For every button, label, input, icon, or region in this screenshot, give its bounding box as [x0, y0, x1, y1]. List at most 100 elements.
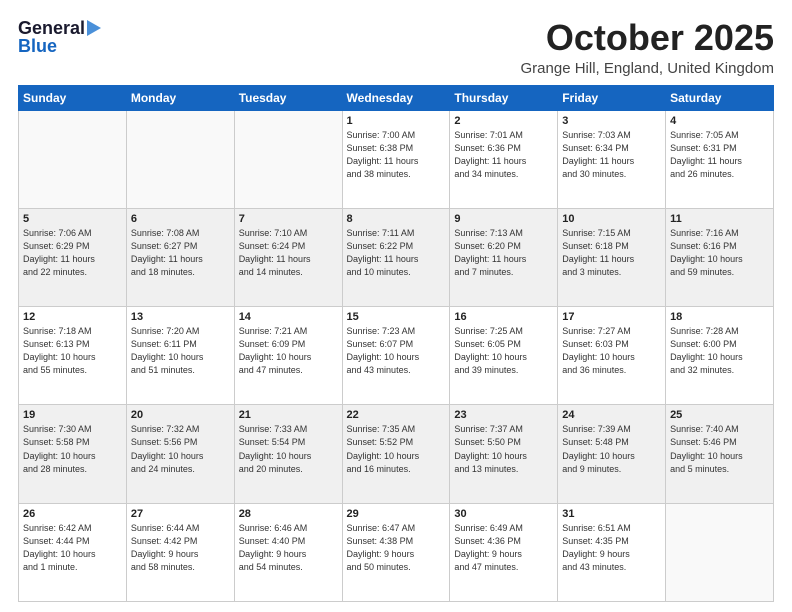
day-info: Sunrise: 7:23 AM Sunset: 6:07 PM Dayligh…: [347, 325, 446, 377]
weekday-header-friday: Friday: [558, 85, 666, 110]
day-info: Sunrise: 7:05 AM Sunset: 6:31 PM Dayligh…: [670, 129, 769, 181]
day-info: Sunrise: 7:32 AM Sunset: 5:56 PM Dayligh…: [131, 423, 230, 475]
day-info: Sunrise: 7:18 AM Sunset: 6:13 PM Dayligh…: [23, 325, 122, 377]
calendar-cell: 27 Sunrise: 6:44 AM Sunset: 4:42 PM Dayli…: [126, 503, 234, 601]
calendar-cell: [666, 503, 774, 601]
day-number: 13: [131, 311, 230, 323]
calendar-cell: 1 Sunrise: 7:00 AM Sunset: 6:38 PM Daylig…: [342, 110, 450, 208]
calendar-cell: 28 Sunrise: 6:46 AM Sunset: 4:40 PM Dayli…: [234, 503, 342, 601]
calendar-cell: 8Sunrise: 7:11 AM Sunset: 6:22 PM Daylig…: [342, 208, 450, 306]
day-info: Sunrise: 7:27 AM Sunset: 6:03 PM Dayligh…: [562, 325, 661, 377]
day-info: Sunrise: 7:06 AM Sunset: 6:29 PM Dayligh…: [23, 227, 122, 279]
calendar-cell: 22 Sunrise: 7:35 AM Sunset: 5:52 PM Dayli…: [342, 405, 450, 503]
calendar-cell: 18 Sunrise: 7:28 AM Sunset: 6:00 PM Dayli…: [666, 307, 774, 405]
month-title: October 2025: [521, 18, 774, 58]
day-number: 9: [454, 213, 553, 225]
header: General Blue October 2025 Grange Hill, E…: [18, 18, 774, 77]
page: General Blue October 2025 Grange Hill, E…: [0, 0, 792, 612]
day-number: 1: [347, 115, 446, 127]
calendar-cell: 15 Sunrise: 7:23 AM Sunset: 6:07 PM Dayli…: [342, 307, 450, 405]
logo-blue: Blue: [18, 37, 57, 55]
day-info: Sunrise: 6:42 AM Sunset: 4:44 PM Dayligh…: [23, 522, 122, 574]
day-number: 3: [562, 115, 661, 127]
week-row-1: 1 Sunrise: 7:00 AM Sunset: 6:38 PM Daylig…: [19, 110, 774, 208]
calendar-cell: 6 Sunrise: 7:08 AM Sunset: 6:27 PM Daylig…: [126, 208, 234, 306]
calendar-cell: 9 Sunrise: 7:13 AM Sunset: 6:20 PM Daylig…: [450, 208, 558, 306]
weekday-header-saturday: Saturday: [666, 85, 774, 110]
day-number: 7: [239, 213, 338, 225]
day-info: Sunrise: 6:44 AM Sunset: 4:42 PM Dayligh…: [131, 522, 230, 574]
week-row-4: 19 Sunrise: 7:30 AM Sunset: 5:58 PM Dayli…: [19, 405, 774, 503]
day-number: 20: [131, 409, 230, 421]
day-number: 25: [670, 409, 769, 421]
day-number: 18: [670, 311, 769, 323]
day-number: 2: [454, 115, 553, 127]
calendar-cell: [19, 110, 127, 208]
calendar-cell: 20 Sunrise: 7:32 AM Sunset: 5:56 PM Dayli…: [126, 405, 234, 503]
day-info: Sunrise: 7:13 AM Sunset: 6:20 PM Dayligh…: [454, 227, 553, 279]
calendar-cell: 5 Sunrise: 7:06 AM Sunset: 6:29 PM Daylig…: [19, 208, 127, 306]
calendar-cell: 4Sunrise: 7:05 AM Sunset: 6:31 PM Daylig…: [666, 110, 774, 208]
day-number: 14: [239, 311, 338, 323]
calendar-cell: 13 Sunrise: 7:20 AM Sunset: 6:11 PM Dayli…: [126, 307, 234, 405]
day-info: Sunrise: 7:16 AM Sunset: 6:16 PM Dayligh…: [670, 227, 769, 279]
day-info: Sunrise: 7:39 AM Sunset: 5:48 PM Dayligh…: [562, 423, 661, 475]
day-number: 27: [131, 508, 230, 520]
calendar-table: SundayMondayTuesdayWednesdayThursdayFrid…: [18, 85, 774, 602]
day-number: 24: [562, 409, 661, 421]
day-info: Sunrise: 7:01 AM Sunset: 6:36 PM Dayligh…: [454, 129, 553, 181]
day-info: Sunrise: 7:35 AM Sunset: 5:52 PM Dayligh…: [347, 423, 446, 475]
weekday-header-sunday: Sunday: [19, 85, 127, 110]
day-info: Sunrise: 7:15 AM Sunset: 6:18 PM Dayligh…: [562, 227, 661, 279]
day-number: 22: [347, 409, 446, 421]
calendar-cell: 26Sunrise: 6:42 AM Sunset: 4:44 PM Dayli…: [19, 503, 127, 601]
day-info: Sunrise: 7:00 AM Sunset: 6:38 PM Dayligh…: [347, 129, 446, 181]
day-info: Sunrise: 6:49 AM Sunset: 4:36 PM Dayligh…: [454, 522, 553, 574]
day-number: 10: [562, 213, 661, 225]
day-info: Sunrise: 7:30 AM Sunset: 5:58 PM Dayligh…: [23, 423, 122, 475]
day-info: Sunrise: 7:10 AM Sunset: 6:24 PM Dayligh…: [239, 227, 338, 279]
day-number: 29: [347, 508, 446, 520]
calendar-cell: 25 Sunrise: 7:40 AM Sunset: 5:46 PM Dayli…: [666, 405, 774, 503]
day-info: Sunrise: 7:20 AM Sunset: 6:11 PM Dayligh…: [131, 325, 230, 377]
day-info: Sunrise: 7:03 AM Sunset: 6:34 PM Dayligh…: [562, 129, 661, 181]
calendar-cell: 14 Sunrise: 7:21 AM Sunset: 6:09 PM Dayli…: [234, 307, 342, 405]
logo-arrow-icon: [87, 18, 103, 38]
day-number: 5: [23, 213, 122, 225]
day-info: Sunrise: 7:11 AM Sunset: 6:22 PM Dayligh…: [347, 227, 446, 279]
day-info: Sunrise: 7:28 AM Sunset: 6:00 PM Dayligh…: [670, 325, 769, 377]
day-number: 17: [562, 311, 661, 323]
calendar-cell: 31Sunrise: 6:51 AM Sunset: 4:35 PM Dayli…: [558, 503, 666, 601]
day-number: 6: [131, 213, 230, 225]
day-info: Sunrise: 7:37 AM Sunset: 5:50 PM Dayligh…: [454, 423, 553, 475]
day-info: Sunrise: 7:40 AM Sunset: 5:46 PM Dayligh…: [670, 423, 769, 475]
day-number: 15: [347, 311, 446, 323]
calendar-cell: 2 Sunrise: 7:01 AM Sunset: 6:36 PM Daylig…: [450, 110, 558, 208]
weekday-header-row: SundayMondayTuesdayWednesdayThursdayFrid…: [19, 85, 774, 110]
day-info: Sunrise: 7:21 AM Sunset: 6:09 PM Dayligh…: [239, 325, 338, 377]
location: Grange Hill, England, United Kingdom: [521, 60, 774, 77]
day-info: Sunrise: 7:25 AM Sunset: 6:05 PM Dayligh…: [454, 325, 553, 377]
day-number: 21: [239, 409, 338, 421]
day-info: Sunrise: 7:08 AM Sunset: 6:27 PM Dayligh…: [131, 227, 230, 279]
calendar-cell: 10 Sunrise: 7:15 AM Sunset: 6:18 PM Dayli…: [558, 208, 666, 306]
calendar-cell: 19 Sunrise: 7:30 AM Sunset: 5:58 PM Dayli…: [19, 405, 127, 503]
day-number: 19: [23, 409, 122, 421]
title-area: October 2025 Grange Hill, England, Unite…: [521, 18, 774, 77]
logo: General Blue: [18, 18, 103, 55]
day-number: 28: [239, 508, 338, 520]
calendar-cell: 21 Sunrise: 7:33 AM Sunset: 5:54 PM Dayli…: [234, 405, 342, 503]
day-number: 31: [562, 508, 661, 520]
week-row-2: 5 Sunrise: 7:06 AM Sunset: 6:29 PM Daylig…: [19, 208, 774, 306]
weekday-header-monday: Monday: [126, 85, 234, 110]
weekday-header-tuesday: Tuesday: [234, 85, 342, 110]
day-number: 12: [23, 311, 122, 323]
calendar-cell: 7 Sunrise: 7:10 AM Sunset: 6:24 PM Daylig…: [234, 208, 342, 306]
day-info: Sunrise: 7:33 AM Sunset: 5:54 PM Dayligh…: [239, 423, 338, 475]
calendar-cell: [126, 110, 234, 208]
calendar-cell: [234, 110, 342, 208]
calendar-cell: 16Sunrise: 7:25 AM Sunset: 6:05 PM Dayli…: [450, 307, 558, 405]
week-row-3: 12 Sunrise: 7:18 AM Sunset: 6:13 PM Dayli…: [19, 307, 774, 405]
day-info: Sunrise: 6:46 AM Sunset: 4:40 PM Dayligh…: [239, 522, 338, 574]
week-row-5: 26Sunrise: 6:42 AM Sunset: 4:44 PM Dayli…: [19, 503, 774, 601]
